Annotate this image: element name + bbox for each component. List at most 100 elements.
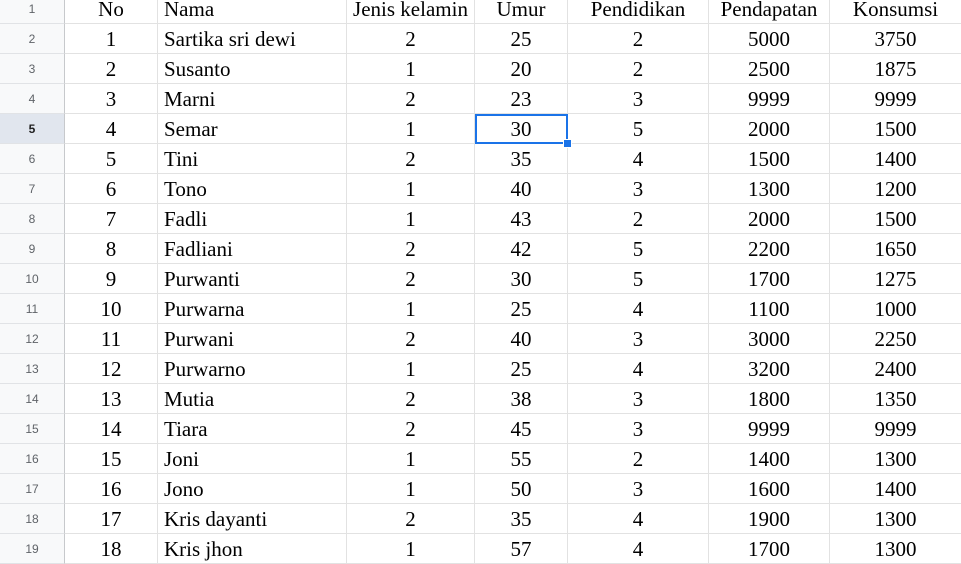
cell-konsumsi[interactable]: 1400	[830, 144, 961, 174]
cell-pendapatan[interactable]: 1400	[709, 444, 830, 474]
cell-no[interactable]: 1	[65, 24, 158, 54]
cell-nama[interactable]: Tiara	[158, 414, 347, 444]
cell-no[interactable]: 3	[65, 84, 158, 114]
row-number-header[interactable]: 19	[0, 534, 65, 564]
cell-pendidikan[interactable]: 2	[568, 204, 709, 234]
cell-jenis-kelamin[interactable]: 2	[347, 144, 475, 174]
cell-jenis-kelamin[interactable]: 1	[347, 534, 475, 564]
cell-nama[interactable]: Fadli	[158, 204, 347, 234]
row-number-header[interactable]: 3	[0, 54, 65, 84]
cell-pendidikan[interactable]: 5	[568, 264, 709, 294]
cell-pendapatan[interactable]: 2500	[709, 54, 830, 84]
cell-no[interactable]: 16	[65, 474, 158, 504]
cell-umur[interactable]: 20	[475, 54, 568, 84]
cell-pendidikan[interactable]: 5	[568, 114, 709, 144]
cell-jenis-kelamin[interactable]: 2	[347, 384, 475, 414]
cell-pendidikan[interactable]: 4	[568, 294, 709, 324]
cell-umur[interactable]: 40	[475, 174, 568, 204]
spreadsheet-grid[interactable]: 1 No Nama Jenis kelamin Umur Pendidikan Pendap…	[0, 0, 961, 564]
cell-umur[interactable]: 40	[475, 324, 568, 354]
cell-jenis-kelamin[interactable]: 2	[347, 264, 475, 294]
row-number-header[interactable]: 4	[0, 84, 65, 114]
cell-konsumsi[interactable]: 9999	[830, 414, 961, 444]
cell-pendapatan[interactable]: 1900	[709, 504, 830, 534]
column-header-umur[interactable]: Umur	[475, 0, 568, 24]
cell-jenis-kelamin[interactable]: 1	[347, 474, 475, 504]
cell-pendapatan[interactable]: 1500	[709, 144, 830, 174]
cell-konsumsi[interactable]: 1350	[830, 384, 961, 414]
cell-jenis-kelamin[interactable]: 2	[347, 504, 475, 534]
cell-jenis-kelamin[interactable]: 1	[347, 444, 475, 474]
cell-pendidikan[interactable]: 3	[568, 84, 709, 114]
cell-pendapatan[interactable]: 9999	[709, 414, 830, 444]
cell-umur[interactable]: 42	[475, 234, 568, 264]
row-number-header[interactable]: 5	[0, 114, 65, 144]
cell-konsumsi[interactable]: 1300	[830, 444, 961, 474]
cell-no[interactable]: 9	[65, 264, 158, 294]
cell-nama[interactable]: Mutia	[158, 384, 347, 414]
cell-jenis-kelamin[interactable]: 1	[347, 354, 475, 384]
cell-pendapatan[interactable]: 1800	[709, 384, 830, 414]
cell-pendidikan[interactable]: 3	[568, 414, 709, 444]
cell-pendapatan[interactable]: 2000	[709, 204, 830, 234]
cell-pendapatan[interactable]: 1300	[709, 174, 830, 204]
cell-no[interactable]: 2	[65, 54, 158, 84]
cell-umur[interactable]: 25	[475, 24, 568, 54]
cell-nama[interactable]: Kris dayanti	[158, 504, 347, 534]
row-number-header[interactable]: 10	[0, 264, 65, 294]
cell-umur[interactable]: 25	[475, 354, 568, 384]
cell-jenis-kelamin[interactable]: 1	[347, 114, 475, 144]
cell-konsumsi[interactable]: 1300	[830, 534, 961, 564]
cell-pendidikan[interactable]: 3	[568, 174, 709, 204]
cell-no[interactable]: 4	[65, 114, 158, 144]
cell-pendapatan[interactable]: 2000	[709, 114, 830, 144]
row-number-header[interactable]: 13	[0, 354, 65, 384]
row-number-header[interactable]: 9	[0, 234, 65, 264]
cell-umur[interactable]: 43	[475, 204, 568, 234]
cell-nama[interactable]: Marni	[158, 84, 347, 114]
cell-umur[interactable]: 38	[475, 384, 568, 414]
row-number-header[interactable]: 11	[0, 294, 65, 324]
cell-konsumsi[interactable]: 2400	[830, 354, 961, 384]
row-number-header[interactable]: 2	[0, 24, 65, 54]
cell-nama[interactable]: Tini	[158, 144, 347, 174]
cell-pendapatan[interactable]: 1700	[709, 534, 830, 564]
cell-konsumsi[interactable]: 2250	[830, 324, 961, 354]
cell-konsumsi[interactable]: 1650	[830, 234, 961, 264]
cell-jenis-kelamin[interactable]: 1	[347, 294, 475, 324]
cell-umur[interactable]: 23	[475, 84, 568, 114]
cell-pendidikan[interactable]: 5	[568, 234, 709, 264]
cell-umur[interactable]: 35	[475, 144, 568, 174]
cell-pendapatan[interactable]: 3000	[709, 324, 830, 354]
cell-konsumsi[interactable]: 1275	[830, 264, 961, 294]
cell-konsumsi[interactable]: 1300	[830, 504, 961, 534]
cell-jenis-kelamin[interactable]: 2	[347, 84, 475, 114]
selected-cell[interactable]: 30	[475, 114, 568, 144]
cell-nama[interactable]: Purwanti	[158, 264, 347, 294]
cell-umur[interactable]: 50	[475, 474, 568, 504]
cell-nama[interactable]: Jono	[158, 474, 347, 504]
cell-pendidikan[interactable]: 4	[568, 504, 709, 534]
cell-nama[interactable]: Purwarno	[158, 354, 347, 384]
cell-konsumsi[interactable]: 1400	[830, 474, 961, 504]
cell-pendapatan[interactable]: 1700	[709, 264, 830, 294]
row-number-header[interactable]: 14	[0, 384, 65, 414]
cell-umur[interactable]: 55	[475, 444, 568, 474]
cell-pendidikan[interactable]: 3	[568, 474, 709, 504]
cell-nama[interactable]: Semar	[158, 114, 347, 144]
cell-no[interactable]: 7	[65, 204, 158, 234]
cell-konsumsi[interactable]: 1500	[830, 114, 961, 144]
cell-jenis-kelamin[interactable]: 1	[347, 54, 475, 84]
cell-no[interactable]: 6	[65, 174, 158, 204]
cell-nama[interactable]: Purwani	[158, 324, 347, 354]
cell-pendidikan[interactable]: 2	[568, 24, 709, 54]
column-header-konsumsi[interactable]: Konsumsi	[830, 0, 961, 24]
cell-no[interactable]: 11	[65, 324, 158, 354]
cell-nama[interactable]: Kris jhon	[158, 534, 347, 564]
cell-jenis-kelamin[interactable]: 2	[347, 414, 475, 444]
cell-pendapatan[interactable]: 5000	[709, 24, 830, 54]
cell-nama[interactable]: Susanto	[158, 54, 347, 84]
row-number-header[interactable]: 15	[0, 414, 65, 444]
cell-pendapatan[interactable]: 1600	[709, 474, 830, 504]
cell-pendidikan[interactable]: 4	[568, 534, 709, 564]
